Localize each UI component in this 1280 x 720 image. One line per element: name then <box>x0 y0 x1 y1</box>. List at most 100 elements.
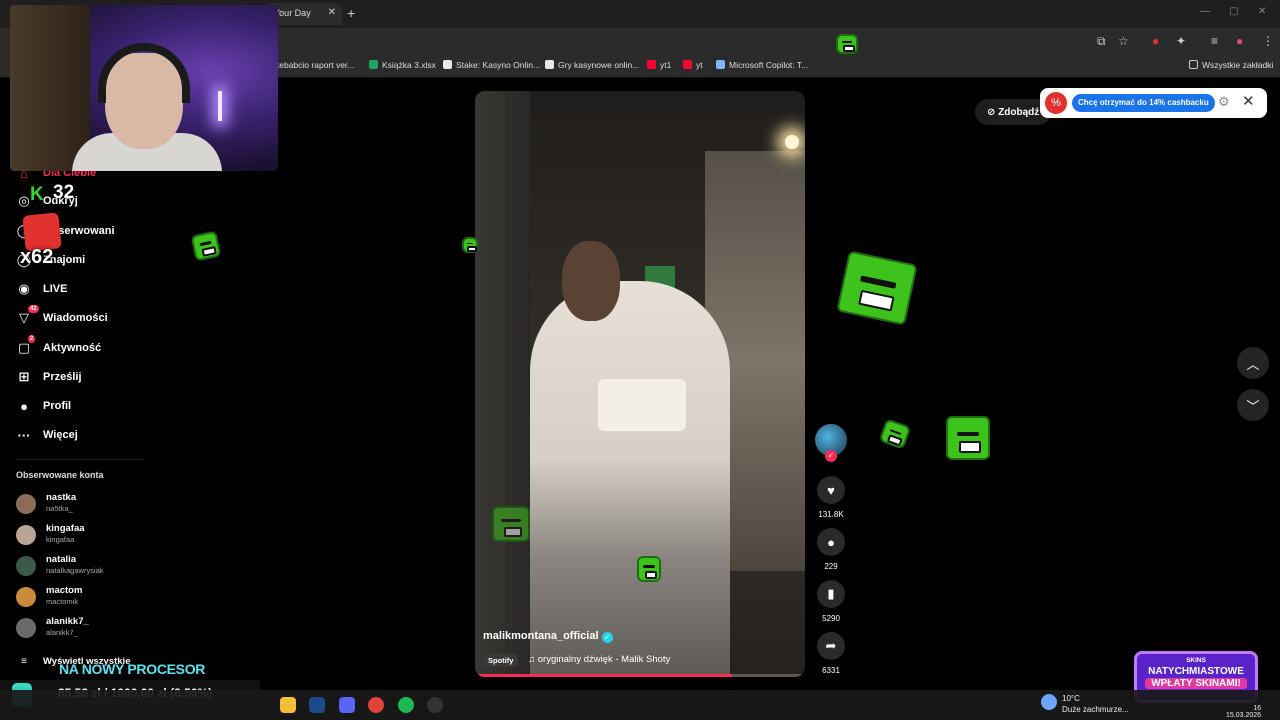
account-name: natalia <box>46 554 77 565</box>
webcam-overlay <box>10 5 278 171</box>
share-count: 6331 <box>822 666 840 675</box>
follow-check-icon[interactable]: ✓ <box>825 450 837 462</box>
followed-account[interactable]: alanikk7_ alanikk7_ <box>16 614 216 640</box>
close-icon[interactable]: ✕ <box>1242 92 1255 110</box>
video-ceiling-lamp <box>785 135 799 149</box>
bookmark-favicon-icon <box>647 60 656 69</box>
sidebar-item-label: Więcej <box>43 429 78 441</box>
menu-icon[interactable]: ⋮ <box>1262 34 1274 48</box>
folder-icon <box>1189 60 1198 69</box>
bookmark-item[interactable]: Gry kasynowe onlin... <box>545 60 639 70</box>
green-emote-icon <box>492 506 530 542</box>
extension-red-icon[interactable]: ● <box>1152 34 1159 48</box>
sidebar-item-8[interactable]: ⊞ Prześlij <box>14 367 82 387</box>
bookmark-item[interactable]: Microsoft Copilot: T... <box>716 60 808 70</box>
avatar <box>16 525 36 545</box>
next-video-button[interactable]: ﹀ <box>1237 389 1269 421</box>
file-explorer-icon[interactable] <box>280 697 296 713</box>
window-close-icon[interactable]: ✕ <box>1258 6 1266 17</box>
notification-badge: 2 <box>28 335 36 343</box>
upload-icon: ⊞ <box>18 369 30 384</box>
green-emote-icon <box>946 416 990 460</box>
webcam-door <box>10 5 90 171</box>
spotify-icon[interactable] <box>398 697 414 713</box>
video-sound[interactable]: ♫ oryginalny dźwięk - Malik Shoty <box>528 654 670 665</box>
sidebar-item-5[interactable]: ◉ LIVE <box>14 279 67 299</box>
followed-account[interactable]: nastka na5tka_ <box>16 490 216 516</box>
profile-icon: ● <box>20 398 28 414</box>
green-emote-icon <box>836 250 918 326</box>
followed-account[interactable]: mactom mactomik <box>16 583 216 609</box>
comment-icon[interactable]: ● <box>817 528 845 556</box>
sidebar-item-10[interactable]: ··· Więcej <box>14 425 78 445</box>
bookmark-icon[interactable]: ▮ <box>817 580 845 608</box>
avatar <box>16 618 36 638</box>
chevron-down-icon: ﹀ <box>1246 398 1260 414</box>
media-icon[interactable]: ≡ <box>1211 34 1218 48</box>
weather-widget[interactable]: 10°C Duże zachmurze... <box>1062 693 1129 715</box>
avatar <box>16 556 36 576</box>
sidebar-item-6[interactable]: ▽ 42 Wiadomości <box>14 305 108 328</box>
share-icon[interactable]: ➦ <box>817 632 845 660</box>
bookmark-star-icon[interactable]: ☆ <box>1118 34 1129 48</box>
sidebar-item-label: LIVE <box>43 283 68 295</box>
video-author[interactable]: malikmontana_official ✓ <box>483 630 613 643</box>
account-name: kingafaa <box>46 523 85 534</box>
green-emote-icon <box>878 418 912 450</box>
headset-icon <box>98 43 190 103</box>
share-action[interactable]: ➦ 6331 <box>817 632 845 675</box>
discord-icon[interactable] <box>339 697 355 713</box>
sidebar-item-label: Aktywność <box>43 342 102 354</box>
bookmark-item[interactable]: yt1 <box>647 60 671 70</box>
comment-action[interactable]: ● 229 <box>817 528 845 571</box>
bookmark-item[interactable]: yt <box>683 60 703 70</box>
weather-icon <box>1041 694 1057 710</box>
gear-icon[interactable]: ⚙ <box>1218 94 1230 110</box>
video-person <box>530 281 730 677</box>
save-count: 5290 <box>822 614 840 623</box>
bookmark-favicon-icon <box>716 60 725 69</box>
video-progress-bar[interactable] <box>475 674 805 677</box>
green-emote-icon <box>190 230 222 262</box>
obs-icon[interactable] <box>427 697 443 713</box>
cashback-button[interactable]: Chcę otrzymać do 14% cashbacku <box>1072 94 1215 112</box>
taskbar-clock[interactable]: 16 15.03.2026 <box>1226 705 1261 719</box>
extensions-icon[interactable]: ✦ <box>1176 34 1186 48</box>
save-action[interactable]: ▮ 5290 <box>817 580 845 623</box>
like-action[interactable]: ♥ 131.8K <box>817 476 845 519</box>
sidebar-item-7[interactable]: ▢ 2 Aktywność <box>14 335 102 358</box>
profile-avatar-icon[interactable]: ● <box>1236 34 1243 48</box>
account-name: mactom <box>46 585 83 596</box>
green-emote-icon <box>637 556 661 582</box>
chrome-icon[interactable] <box>368 697 384 713</box>
spotify-badge[interactable]: Spotify <box>483 654 519 667</box>
tab-close-icon[interactable]: ✕ <box>328 7 336 18</box>
followed-account[interactable]: kingafaa kingafaa <box>16 521 216 547</box>
video-person-head <box>562 241 620 321</box>
weather-desc: Duże zachmurze... <box>1062 705 1129 714</box>
followed-account[interactable]: natalia natalkagawrysiak <box>16 552 216 578</box>
clock-time: 16 <box>1253 705 1262 712</box>
video-progress-fill <box>475 674 733 677</box>
steam-icon[interactable] <box>309 697 325 713</box>
video-player[interactable] <box>475 91 805 677</box>
account-name: nastka <box>46 492 77 503</box>
sidebar-item-9[interactable]: ● Profil <box>14 396 71 416</box>
minimize-icon[interactable]: — <box>1200 6 1210 17</box>
bookmark-item[interactable]: Książka 3.xlsx <box>369 60 436 70</box>
account-handle: mactomik <box>46 597 79 606</box>
install-icon[interactable]: ⧉ <box>1097 34 1106 49</box>
video-cup-tray <box>598 379 686 431</box>
multiplier-label: x62 <box>20 246 54 268</box>
bookmark-item[interactable]: Stake: Kasyno Onlin... <box>443 60 540 70</box>
heart-icon[interactable]: ♥ <box>817 476 845 504</box>
clock-date: 15.03.2026 <box>1226 712 1262 719</box>
all-bookmarks-link[interactable]: Wszystkie zakładki <box>1189 60 1273 70</box>
bookmark-favicon-icon <box>545 60 554 69</box>
maximize-icon[interactable]: ▢ <box>1229 6 1238 17</box>
sidebar-item-label: Wiadomości <box>43 312 108 324</box>
previous-video-button[interactable]: ︿ <box>1237 347 1269 379</box>
sidebar-item-label: Profil <box>43 400 72 412</box>
account-handle: natalkagawrysiak <box>46 566 104 575</box>
new-tab-button[interactable]: + <box>347 5 355 21</box>
